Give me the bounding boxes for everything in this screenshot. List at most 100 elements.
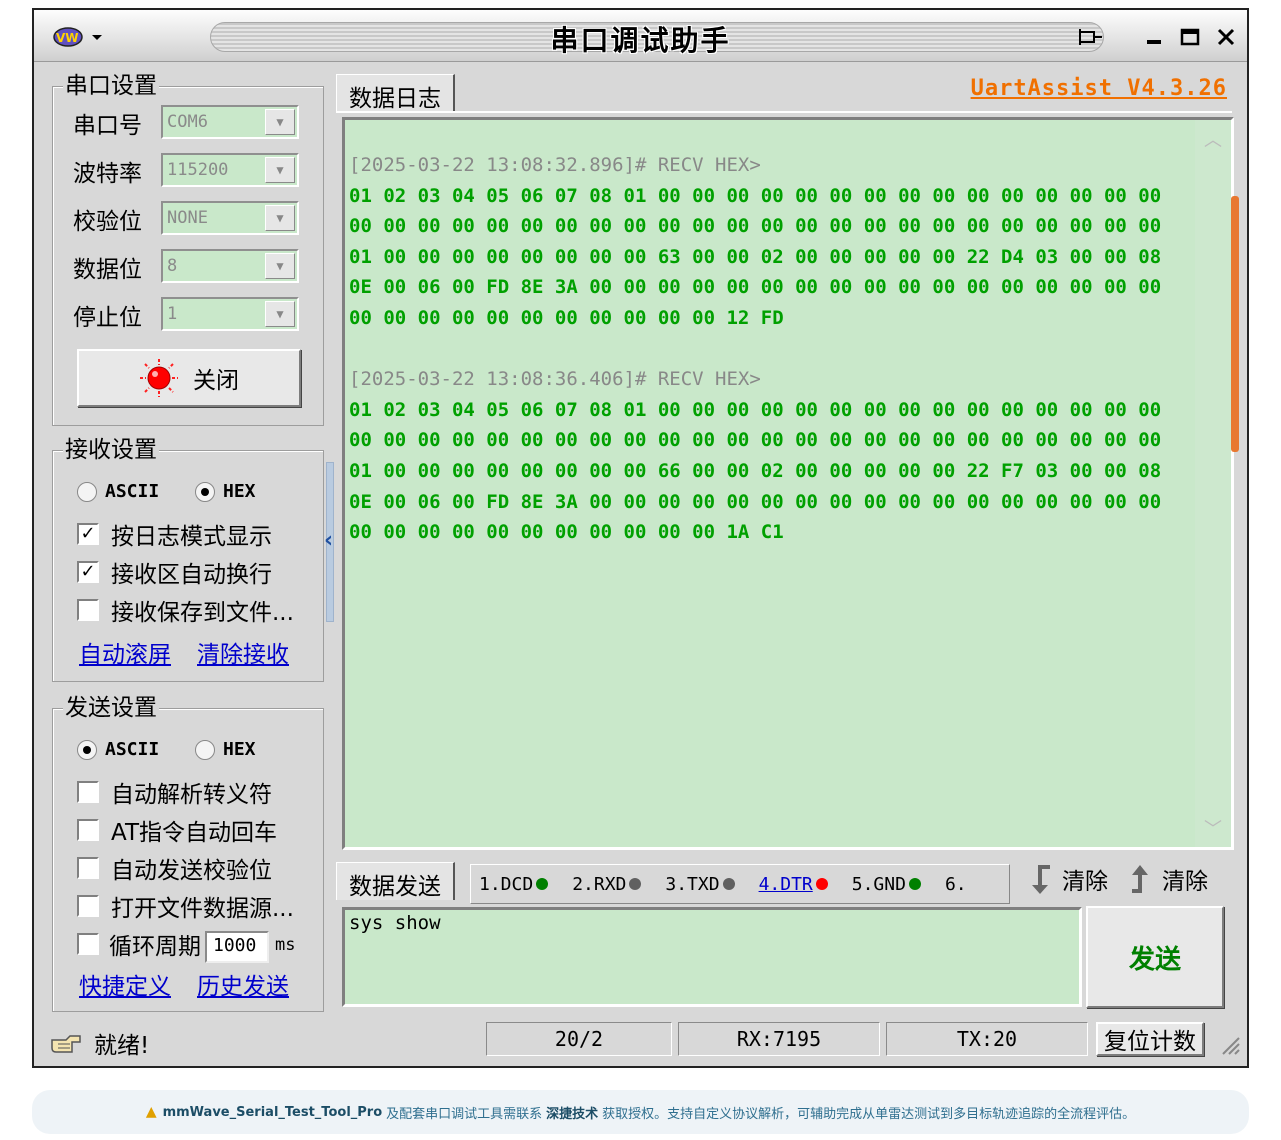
resize-grip-icon[interactable] bbox=[1219, 1034, 1241, 1056]
receive-settings-group: 接收设置 ASCII HEX ✓ 按日志模式显示 ✓ 接收区自动换行 接收保存到… bbox=[52, 435, 324, 682]
log-mode-label: 按日志模式显示 bbox=[111, 524, 272, 550]
file-source-checkbox[interactable]: 打开文件数据源... bbox=[77, 889, 294, 923]
stopbits-select[interactable]: 1 ▼ bbox=[161, 297, 299, 331]
title-bar: VW 串口调试助手 bbox=[34, 10, 1247, 62]
rx-cell: RX:7195 bbox=[678, 1022, 880, 1056]
auto-scroll-link[interactable]: 自动滚屏 bbox=[79, 635, 171, 669]
escape-checkbox[interactable]: 自动解析转义符 bbox=[77, 775, 272, 809]
radio-icon bbox=[77, 481, 97, 502]
recv-hex-radio[interactable]: HEX bbox=[195, 481, 256, 502]
save-file-checkbox[interactable]: 接收保存到文件... bbox=[77, 593, 294, 627]
pin-label: 1.DCD bbox=[479, 873, 534, 895]
tab-underline bbox=[336, 111, 1232, 113]
notice-text-1: 及配套串口调试工具需联系 bbox=[386, 1106, 543, 1122]
databits-select[interactable]: 8 ▼ bbox=[161, 249, 299, 283]
shortcut-link[interactable]: 快捷定义 bbox=[79, 967, 171, 1001]
send-button[interactable]: 发送 bbox=[1086, 906, 1224, 1008]
send-ascii-radio[interactable]: ASCII bbox=[77, 739, 159, 760]
send-hex-radio[interactable]: HEX bbox=[195, 739, 256, 760]
log-hex-line: 01 00 00 00 00 00 00 00 00 63 00 00 02 0… bbox=[349, 245, 1162, 268]
close-icon[interactable] bbox=[1213, 24, 1239, 50]
log-hex-line: 0E 00 06 00 FD 8E 3A 00 00 00 00 00 00 0… bbox=[349, 490, 1162, 513]
parity-select[interactable]: NONE ▼ bbox=[161, 201, 299, 235]
log-timestamp: [2025-03-22 13:08:32.896]# RECV HEX> bbox=[349, 154, 761, 176]
chevron-down-icon[interactable]: ▼ bbox=[265, 205, 295, 231]
log-scrollbar[interactable]: ︿ ﹀ bbox=[1195, 120, 1231, 847]
tab-data-send[interactable]: 数据发送 bbox=[336, 862, 455, 900]
send-ascii-label: ASCII bbox=[105, 739, 160, 760]
chevron-down-icon[interactable]: ▼ bbox=[265, 157, 295, 183]
auto-wrap-checkbox[interactable]: ✓ 接收区自动换行 bbox=[77, 555, 272, 589]
pin-indicator[interactable]: 4.DTR bbox=[759, 874, 828, 895]
checkbox-empty-icon bbox=[77, 599, 99, 621]
history-link[interactable]: 历史发送 bbox=[197, 967, 289, 1001]
window-controls bbox=[1077, 22, 1239, 52]
checksum-label: 自动发送校验位 bbox=[111, 858, 272, 884]
clear-send-button[interactable]: 清除 bbox=[1026, 862, 1108, 896]
at-cr-label: AT指令自动回车 bbox=[111, 820, 277, 846]
file-source-label: 打开文件数据源... bbox=[111, 896, 294, 922]
save-file-label: 接收保存到文件... bbox=[111, 600, 294, 626]
send-input[interactable]: sys show bbox=[342, 907, 1082, 1007]
baud-label: 波特率 bbox=[73, 161, 142, 187]
chevron-down-icon[interactable]: ▼ bbox=[265, 109, 295, 135]
escape-label: 自动解析转义符 bbox=[111, 782, 272, 808]
log-hex-line: 00 00 00 00 00 00 00 00 00 00 00 12 FD bbox=[349, 306, 784, 329]
ready-text: 就绪! bbox=[94, 1033, 150, 1059]
receive-log-area[interactable]: [2025-03-22 13:08:32.896]# RECV HEX> 01 0… bbox=[342, 117, 1234, 850]
warning-icon: ▲ bbox=[145, 1104, 157, 1120]
pin-indicator: 2.RXD bbox=[572, 874, 642, 895]
scroll-indicator bbox=[1231, 196, 1239, 452]
pin-status-dot-icon bbox=[722, 878, 735, 890]
radio-selected-icon bbox=[77, 739, 97, 760]
pin-status-dot-icon bbox=[908, 878, 921, 890]
pin-indicator: 1.DCD bbox=[479, 873, 549, 895]
company-name: 深捷技术 bbox=[546, 1106, 599, 1122]
minimize-icon[interactable] bbox=[1141, 24, 1167, 50]
pin-label: 3.TXD bbox=[665, 873, 720, 895]
databits-label: 数据位 bbox=[73, 257, 142, 283]
send-settings-group: 发送设置 ASCII HEX 自动解析转义符 AT指令自动回车 自动发送校验位 … bbox=[52, 693, 324, 1012]
chevron-down-icon[interactable]: ▼ bbox=[265, 301, 295, 327]
serial-settings-title: 串口设置 bbox=[63, 71, 159, 101]
checkbox-empty-icon bbox=[77, 781, 99, 803]
clear-receive-link[interactable]: 清除接收 bbox=[197, 635, 289, 669]
pin-icon[interactable] bbox=[1077, 24, 1103, 50]
arrow-down-left-icon bbox=[1032, 865, 1050, 894]
checksum-checkbox[interactable]: 自动发送校验位 bbox=[77, 851, 272, 885]
log-timestamp: [2025-03-22 13:08:36.406]# RECV HEX> bbox=[349, 368, 761, 391]
scroll-up-icon[interactable]: ︿ bbox=[1195, 126, 1231, 152]
collapse-arrow-icon[interactable]: ‹ bbox=[324, 528, 333, 553]
pin-label: 5.GND bbox=[851, 873, 906, 895]
log-hex-line: 00 00 00 00 00 00 00 00 00 00 00 00 00 0… bbox=[349, 215, 1162, 238]
status-light-icon bbox=[140, 359, 178, 397]
chevron-down-icon[interactable]: ▼ bbox=[265, 253, 295, 279]
brand-link[interactable]: UartAssist V4.3.26 bbox=[971, 76, 1227, 101]
serial-settings-group: 串口设置 串口号 COM6 ▼ 波特率 115200 ▼ 校验位 NONE ▼ … bbox=[52, 71, 324, 426]
tab-data-log[interactable]: 数据日志 bbox=[336, 74, 455, 112]
log-mode-checkbox[interactable]: ✓ 按日志模式显示 bbox=[77, 517, 272, 551]
scroll-down-icon[interactable]: ﹀ bbox=[1195, 815, 1231, 841]
baud-select[interactable]: 115200 ▼ bbox=[161, 153, 299, 187]
port-value: COM6 bbox=[167, 112, 208, 132]
reset-count-button[interactable]: 复位计数 bbox=[1096, 1022, 1204, 1056]
pin-status-dot-icon bbox=[815, 878, 828, 890]
maximize-icon[interactable] bbox=[1177, 24, 1203, 50]
cycle-checkbox[interactable]: 循环周期 bbox=[77, 927, 201, 961]
radio-selected-icon bbox=[195, 481, 215, 502]
parity-value: NONE bbox=[167, 208, 208, 228]
recv-hex-label: HEX bbox=[223, 481, 256, 502]
recv-ascii-radio[interactable]: ASCII bbox=[77, 481, 159, 502]
product-name: mmWave_Serial_Test_Tool_Pro bbox=[162, 1104, 383, 1120]
port-label: 串口号 bbox=[73, 113, 142, 139]
close-port-button[interactable]: 关闭 bbox=[77, 349, 301, 407]
at-cr-checkbox[interactable]: AT指令自动回车 bbox=[77, 813, 277, 847]
cycle-unit: ms bbox=[275, 935, 296, 955]
app-window: VW 串口调试助手 串口设置 串口号 COM6 ▼ 波特率 115200 ▼ 校… bbox=[32, 8, 1249, 1068]
cycle-period-input[interactable]: 1000 bbox=[205, 931, 269, 963]
pin-label[interactable]: 4.DTR bbox=[759, 874, 813, 895]
port-select[interactable]: COM6 ▼ bbox=[161, 105, 299, 139]
clear-recv-button[interactable]: 清除 bbox=[1126, 862, 1208, 896]
pin-label: 6. bbox=[944, 873, 967, 895]
cycle-label: 循环周期 bbox=[109, 934, 201, 960]
